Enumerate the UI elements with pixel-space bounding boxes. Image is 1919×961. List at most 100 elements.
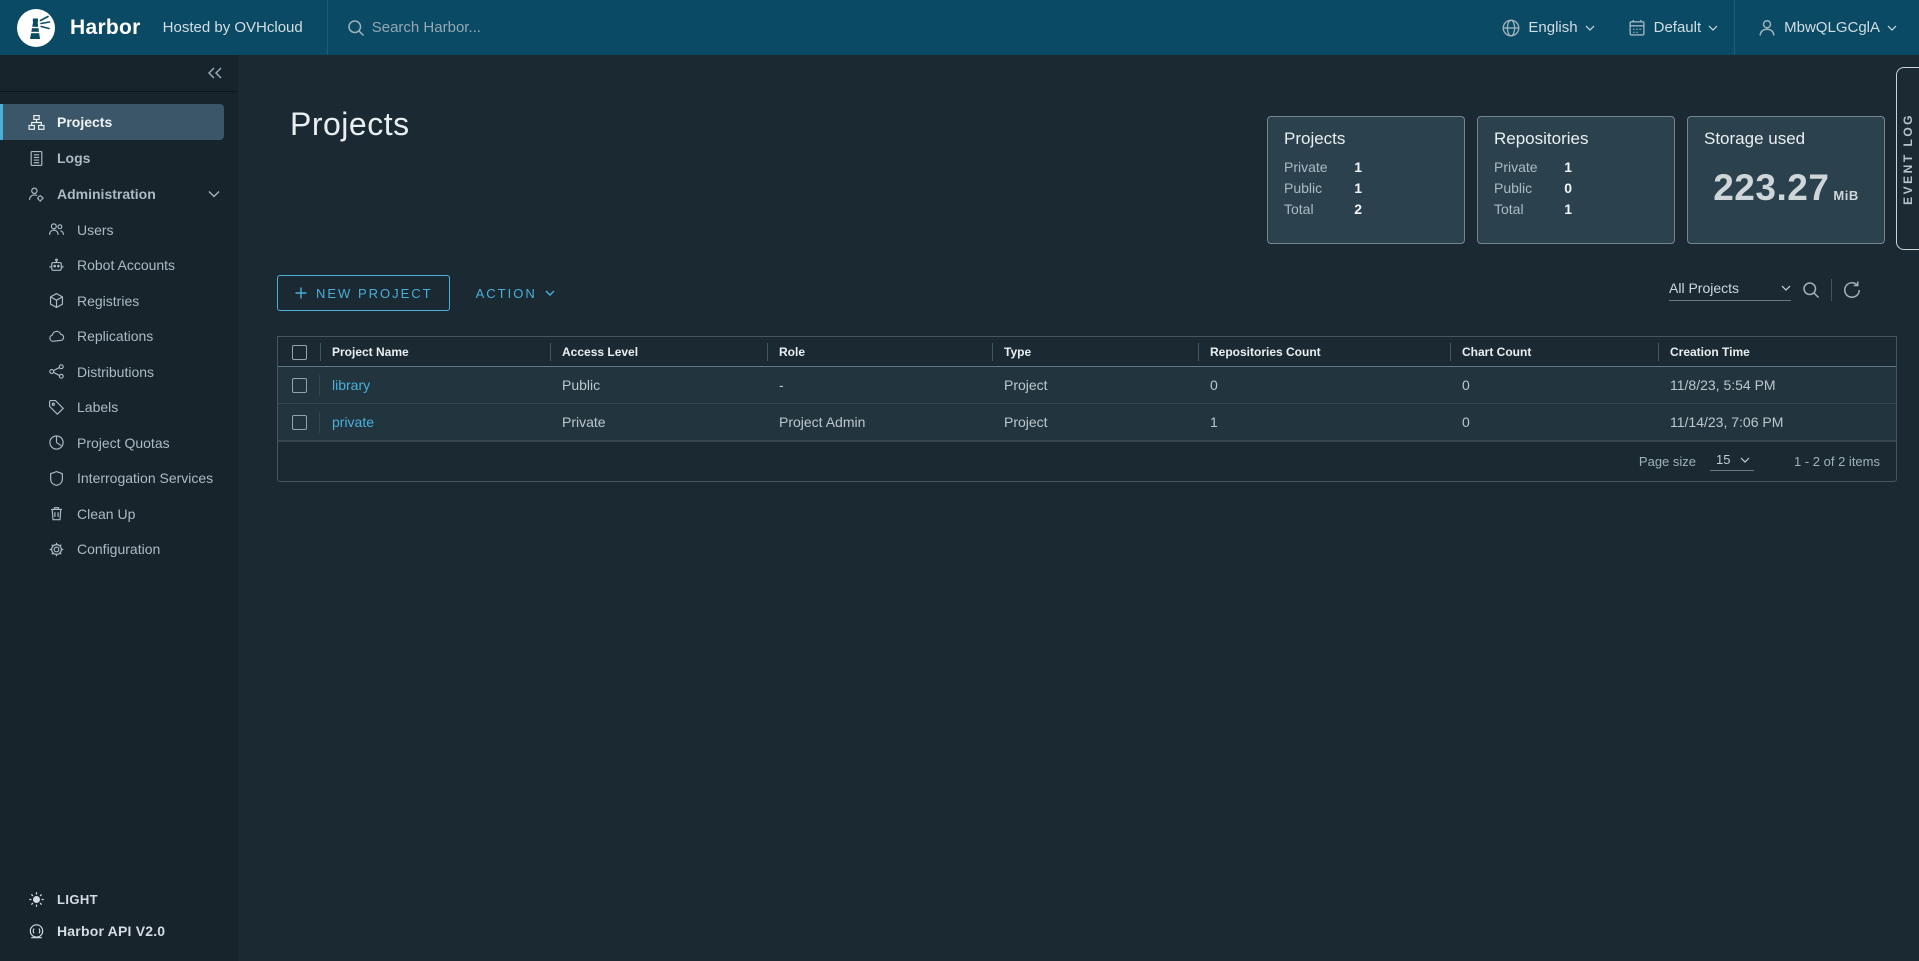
gear-icon (48, 541, 65, 558)
sidebar-item-label: Registries (77, 293, 139, 309)
column-header[interactable]: Access Level (550, 337, 767, 367)
header-divider (327, 0, 328, 55)
sidebar-item-clean-up[interactable]: Clean Up (0, 496, 238, 532)
shield-icon (48, 470, 65, 487)
global-search (346, 18, 1486, 38)
row-checkbox[interactable] (292, 415, 307, 430)
card-title: Repositories (1494, 129, 1658, 149)
cloud-icon (48, 328, 65, 345)
refresh-icon[interactable] (1842, 280, 1862, 300)
sidebar-item-label: Replications (77, 328, 153, 344)
language-menu[interactable]: English (1485, 0, 1610, 55)
page-size-select[interactable]: 15 (1710, 452, 1754, 471)
sidebar-item-label: Robot Accounts (77, 257, 175, 273)
sidebar-item-interrogation-services[interactable]: Interrogation Services (0, 461, 238, 497)
brand-title: Harbor (70, 16, 141, 40)
chevron-down-icon (1887, 25, 1897, 31)
scheduler-label: Default (1654, 19, 1702, 36)
trash-icon (48, 505, 65, 522)
project-link[interactable]: private (332, 414, 374, 430)
search-filter-icon[interactable] (1801, 280, 1821, 300)
column-header[interactable]: Creation Time (1658, 337, 1896, 367)
column-header[interactable]: Repositories Count (1198, 337, 1450, 367)
column-header[interactable]: Role (767, 337, 992, 367)
stat-label: Public (1494, 180, 1532, 196)
user-menu[interactable]: MbwQLGCglA (1735, 0, 1919, 55)
theme-toggle-label: LIGHT (57, 892, 98, 907)
access-level-cell: Private (550, 414, 767, 430)
page-size-value: 15 (1716, 452, 1730, 467)
stat-value: 1 (1354, 180, 1362, 196)
scheduler-menu[interactable]: Default (1611, 0, 1735, 55)
double-chevron-left-icon (206, 66, 224, 80)
sidebar-item-label: Labels (77, 399, 118, 415)
sidebar-item-project-quotas[interactable]: Project Quotas (0, 425, 238, 461)
project-filter-select[interactable]: All Projects (1669, 280, 1791, 301)
stat-label: Total (1284, 201, 1314, 217)
type-cell: Project (992, 414, 1198, 430)
search-input[interactable] (372, 19, 792, 36)
action-dropdown-button[interactable]: ACTION (476, 275, 555, 311)
column-header[interactable]: Chart Count (1450, 337, 1658, 367)
harbor-api-link[interactable]: Harbor API V2.0 (0, 915, 238, 947)
filter-selected-label: All Projects (1669, 280, 1739, 296)
table-header-row: Project Name Access Level Role Type Repo… (278, 337, 1896, 367)
brand-subtitle: Hosted by OVHcloud (163, 19, 303, 36)
role-cell: - (767, 377, 992, 393)
sidebar-item-administration[interactable]: Administration (0, 176, 238, 212)
repositories-summary-card: Repositories Private1 Public0 Total1 (1477, 116, 1675, 244)
type-cell: Project (992, 377, 1198, 393)
project-link[interactable]: library (332, 377, 370, 393)
event-log-tab[interactable]: EVENT LOG (1896, 67, 1919, 250)
chevron-down-icon (208, 190, 220, 198)
page-title: Projects (290, 106, 410, 143)
sidebar-item-projects[interactable]: Projects (0, 104, 224, 140)
chevron-down-icon (1708, 25, 1718, 31)
sidebar-item-label: Clean Up (77, 506, 135, 522)
sidebar-item-labels[interactable]: Labels (0, 390, 238, 426)
table-footer: Page size 15 1 - 2 of 2 items (278, 441, 1896, 481)
api-doc-icon (28, 923, 45, 940)
column-header[interactable]: Type (992, 337, 1198, 367)
sidebar-item-logs[interactable]: Logs (0, 140, 238, 176)
sidebar-item-registries[interactable]: Registries (0, 283, 238, 319)
quota-icon (48, 434, 65, 451)
logs-icon (28, 150, 45, 167)
chevron-down-icon (1585, 25, 1595, 31)
new-project-button[interactable]: NEW PROJECT (277, 275, 450, 311)
creation-time-cell: 11/14/23, 7:06 PM (1658, 414, 1896, 430)
creation-time-cell: 11/8/23, 5:54 PM (1658, 377, 1896, 393)
sidebar-item-users[interactable]: Users (0, 212, 238, 248)
repo-count-cell: 0 (1198, 377, 1450, 393)
sidebar-item-distributions[interactable]: Distributions (0, 354, 238, 390)
stat-label: Total (1494, 201, 1524, 217)
column-header[interactable]: Project Name (320, 337, 550, 367)
organization-icon (28, 114, 45, 131)
sidebar-item-robot-accounts[interactable]: Robot Accounts (0, 248, 238, 284)
row-checkbox[interactable] (292, 378, 307, 393)
share-icon (48, 363, 65, 380)
stat-label: Private (1284, 159, 1328, 175)
language-label: English (1528, 19, 1577, 36)
table-row: private Private Project Admin Project 1 … (278, 404, 1896, 441)
table-toolbar: NEW PROJECT ACTION (277, 275, 555, 311)
summary-cards: Projects Private1 Public1 Total2 Reposit… (1267, 116, 1885, 244)
chevron-down-icon (1740, 457, 1750, 463)
sidebar-item-replications[interactable]: Replications (0, 319, 238, 355)
theme-toggle-light[interactable]: LIGHT (0, 883, 238, 915)
card-title: Projects (1284, 129, 1448, 149)
select-all-checkbox[interactable] (292, 345, 307, 360)
sidebar-item-configuration[interactable]: Configuration (0, 532, 238, 568)
cube-icon (48, 292, 65, 309)
chart-count-cell: 0 (1450, 414, 1658, 430)
storage-value: 223.27 (1713, 167, 1829, 208)
action-label: ACTION (476, 286, 537, 301)
sidebar-collapse-button[interactable] (0, 55, 238, 92)
plus-icon (294, 286, 308, 300)
administrator-icon (28, 186, 45, 203)
harbor-logo-icon[interactable] (16, 8, 56, 48)
users-icon (48, 221, 65, 238)
projects-table: Project Name Access Level Role Type Repo… (277, 336, 1897, 482)
stat-label: Public (1284, 180, 1322, 196)
stat-value: 1 (1564, 201, 1572, 217)
